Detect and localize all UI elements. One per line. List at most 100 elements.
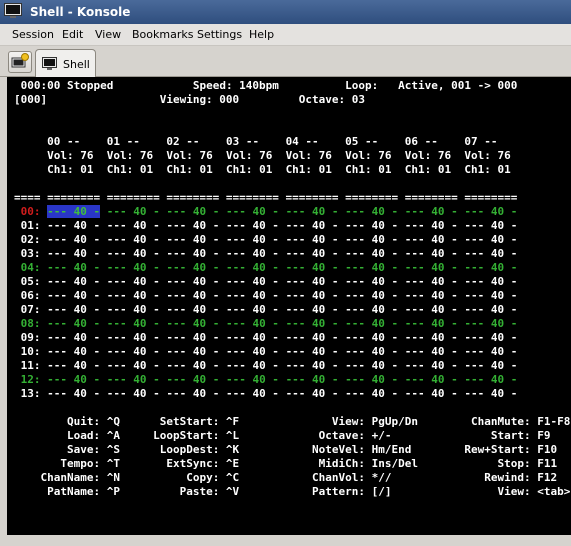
note-cell: --- 40 - bbox=[47, 387, 101, 400]
note-cell: --- 40 - bbox=[225, 387, 279, 400]
cell-gap bbox=[517, 359, 524, 372]
channel-header-line: 00 -- 01 -- 02 -- 03 -- 04 -- 05 -- 06 -… bbox=[14, 135, 524, 149]
note-cell: --- 40 - bbox=[106, 387, 160, 400]
cell-gap bbox=[219, 247, 226, 260]
channel-1-vol: Vol: 76 bbox=[106, 149, 167, 162]
help-item-3: Rewind: F12 bbox=[431, 471, 558, 484]
cell-gap bbox=[219, 261, 226, 274]
cell-gap bbox=[100, 331, 107, 344]
cell-gap bbox=[100, 345, 107, 358]
title-bar[interactable]: Shell - Konsole bbox=[0, 0, 571, 24]
menu-help[interactable]: Help bbox=[249, 28, 274, 41]
cell-gap bbox=[100, 275, 107, 288]
pattern-row: 06: --- 40 - --- 40 - --- 40 - --- 40 - … bbox=[14, 289, 524, 303]
cell-gap bbox=[517, 303, 524, 316]
row-number: 04: bbox=[14, 261, 48, 274]
row-number: 11: bbox=[14, 359, 48, 372]
menu-bar: Session Edit View Bookmarks Settings Hel… bbox=[0, 24, 571, 46]
note-cell: --- 40 - bbox=[285, 317, 339, 330]
note-cell: --- 40 - bbox=[285, 233, 339, 246]
channel-7-vol: Vol: 76 bbox=[464, 149, 524, 162]
note-cell: --- 40 - bbox=[345, 317, 399, 330]
channel-7-header: 07 -- bbox=[464, 135, 524, 148]
window-title: Shell - Konsole bbox=[30, 5, 131, 19]
cell-gap bbox=[219, 345, 226, 358]
note-cell: --- 40 - bbox=[225, 359, 279, 372]
note-cell: --- 40 - bbox=[225, 289, 279, 302]
new-tab-button[interactable] bbox=[8, 51, 32, 73]
status-loop: Loop: Active, 001 -> 000 bbox=[345, 79, 518, 92]
menu-view[interactable]: View bbox=[95, 28, 121, 41]
status-line-1: 000:00 Stopped Speed: 140bpm Loop: Activ… bbox=[14, 79, 518, 93]
tab-shell[interactable]: Shell bbox=[35, 49, 96, 78]
note-cell: --- 40 - bbox=[166, 345, 220, 358]
channel-2-vol: Vol: 76 bbox=[166, 149, 226, 162]
note-cell: --- 40 - bbox=[106, 373, 160, 386]
konsole-icon bbox=[4, 3, 22, 18]
channel-0-header: 00 -- bbox=[47, 135, 107, 148]
pattern-row: 07: --- 40 - --- 40 - --- 40 - --- 40 - … bbox=[14, 303, 524, 317]
note-cell: --- 40 - bbox=[285, 289, 339, 302]
help-item-3: ChanMute: F1-F8 bbox=[431, 415, 571, 428]
tab-bar: Shell bbox=[0, 46, 571, 78]
cell-gap bbox=[279, 261, 286, 274]
help-item-0: Load: ^A bbox=[14, 429, 134, 442]
note-cell: --- 40 - bbox=[404, 205, 458, 218]
note-cell: --- 40 - bbox=[166, 331, 220, 344]
cell-gap bbox=[100, 303, 107, 316]
note-cell: --- 40 - bbox=[225, 233, 279, 246]
note-cell: --- 40 - bbox=[47, 247, 101, 260]
row-number: 07: bbox=[14, 303, 48, 316]
note-cell: --- 40 - bbox=[464, 345, 518, 358]
cell-gap bbox=[279, 233, 286, 246]
row-number: 03: bbox=[14, 247, 48, 260]
cell-gap bbox=[279, 317, 286, 330]
cell-gap bbox=[219, 219, 226, 232]
note-cell: --- 40 - bbox=[47, 205, 101, 218]
note-cell: --- 40 - bbox=[285, 261, 339, 274]
status-pattern: [000] bbox=[14, 93, 160, 106]
row-number: 09: bbox=[14, 331, 48, 344]
cell-gap bbox=[398, 289, 405, 302]
cell-gap bbox=[100, 219, 107, 232]
cell-gap bbox=[398, 331, 405, 344]
note-cell: --- 40 - bbox=[345, 233, 399, 246]
cell-gap bbox=[100, 317, 107, 330]
note-cell: --- 40 - bbox=[285, 247, 339, 260]
note-cell: --- 40 - bbox=[166, 289, 220, 302]
note-cell: --- 40 - bbox=[404, 317, 458, 330]
channel-4-header: 04 -- bbox=[285, 135, 346, 148]
pattern-row: 02: --- 40 - --- 40 - --- 40 - --- 40 - … bbox=[14, 233, 524, 247]
terminal-area[interactable]: 000:00 Stopped Speed: 140bpm Loop: Activ… bbox=[7, 77, 571, 535]
cell-gap bbox=[279, 289, 286, 302]
menu-edit[interactable]: Edit bbox=[62, 28, 83, 41]
cell-gap bbox=[279, 373, 286, 386]
note-cell: --- 40 - bbox=[404, 289, 458, 302]
note-cell: --- 40 - bbox=[106, 345, 160, 358]
menu-settings[interactable]: Settings bbox=[197, 28, 242, 41]
note-cell: --- 40 - bbox=[464, 275, 518, 288]
note-cell: --- 40 - bbox=[166, 373, 220, 386]
channel-5-ch: Ch1: 01 bbox=[345, 163, 405, 176]
note-cell: --- 40 - bbox=[47, 345, 101, 358]
cell-gap bbox=[279, 219, 286, 232]
help-item-0: Tempo: ^T bbox=[14, 457, 134, 470]
pattern-row: 05: --- 40 - --- 40 - --- 40 - --- 40 - … bbox=[14, 275, 524, 289]
pattern-row: 12: --- 40 - --- 40 - --- 40 - --- 40 - … bbox=[14, 373, 524, 387]
cell-gap bbox=[100, 359, 107, 372]
help-item-1: LoopStart: ^L bbox=[133, 429, 253, 442]
cell-gap bbox=[219, 331, 226, 344]
channel-4-vol: Vol: 76 bbox=[285, 149, 346, 162]
cell-gap bbox=[398, 359, 405, 372]
channel-1-ch: Ch1: 01 bbox=[106, 163, 167, 176]
menu-session[interactable]: Session bbox=[12, 28, 54, 41]
menu-bookmarks[interactable]: Bookmarks bbox=[132, 28, 193, 41]
note-cell: --- 40 - bbox=[47, 359, 101, 372]
note-cell: --- 40 - bbox=[285, 373, 339, 386]
note-cell: --- 40 - bbox=[47, 233, 101, 246]
cell-gap bbox=[398, 373, 405, 386]
help-item-2: Pattern: [/] bbox=[252, 485, 432, 498]
row-number: 12: bbox=[14, 373, 48, 386]
